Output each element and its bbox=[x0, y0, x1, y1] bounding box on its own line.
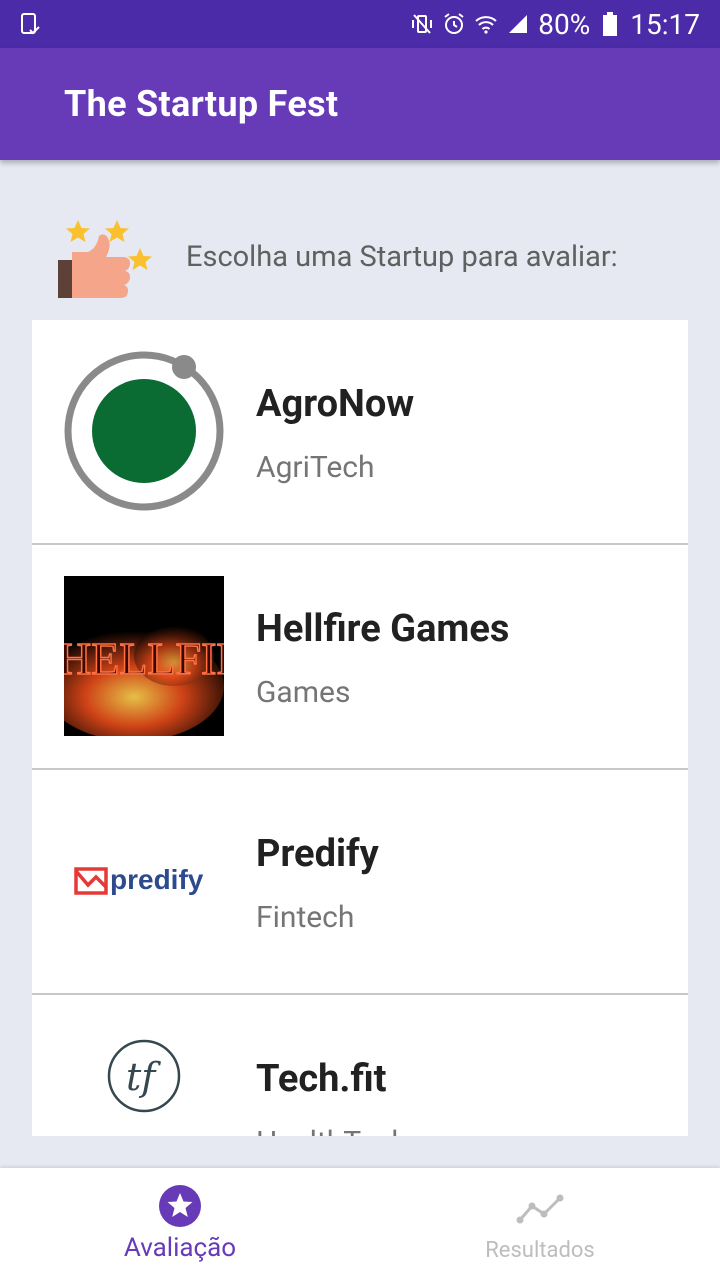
prompt-row: Escolha uma Startup para avaliar: bbox=[0, 160, 720, 320]
predify-logo-text: predify bbox=[110, 864, 204, 895]
bottom-navigation: Avaliação Resultados bbox=[0, 1168, 720, 1280]
hellfire-logo: HELLFIRE bbox=[64, 576, 224, 736]
chart-line-icon bbox=[516, 1194, 564, 1224]
startup-category: Fintech bbox=[256, 900, 355, 935]
list-item-predify[interactable]: predify Predify Fintech bbox=[32, 770, 688, 995]
status-bar: 80% 15:17 bbox=[0, 0, 720, 48]
hellfire-logo-graphic: HELLFIRE bbox=[64, 576, 224, 736]
prompt-text: Escolha uma Startup para avaliar: bbox=[186, 240, 618, 274]
startup-name: Predify bbox=[256, 832, 379, 876]
startup-category: Games bbox=[256, 675, 351, 710]
startup-list[interactable]: AgroNow AgriTech HELLFIRE Hellfire Games… bbox=[32, 320, 688, 1136]
nav-item-avaliacao[interactable]: Avaliação bbox=[0, 1168, 360, 1280]
predify-logo: predify bbox=[64, 801, 224, 961]
agronow-logo-graphic bbox=[64, 351, 224, 511]
thumbs-up-stars-icon bbox=[58, 220, 152, 298]
phone-check-icon bbox=[21, 13, 40, 35]
startup-name: Tech.fit bbox=[256, 1057, 387, 1101]
battery-percent: 80% bbox=[538, 7, 591, 41]
startup-category: HealthTech bbox=[256, 1125, 408, 1136]
star-icon bbox=[159, 1185, 201, 1227]
predify-logo-graphic: predify bbox=[74, 864, 204, 895]
nav-label: Avaliação bbox=[123, 1233, 237, 1263]
wifi-icon bbox=[475, 16, 497, 34]
battery-icon bbox=[603, 12, 618, 36]
techfit-logo: tf bbox=[64, 1026, 224, 1136]
clock-time: 15:17 bbox=[630, 7, 700, 41]
list-item-hellfire-games[interactable]: HELLFIRE Hellfire Games Games bbox=[32, 545, 688, 770]
vibrate-mute-icon bbox=[412, 14, 433, 34]
startup-category: AgriTech bbox=[256, 450, 375, 485]
alarm-icon bbox=[444, 13, 464, 34]
list-item-techfit[interactable]: tf Tech.fit HealthTech bbox=[32, 995, 688, 1136]
signal-icon bbox=[509, 15, 528, 33]
list-item-agronow[interactable]: AgroNow AgriTech bbox=[32, 320, 688, 545]
techfit-logo-text: tf bbox=[126, 1055, 161, 1099]
startup-name: AgroNow bbox=[256, 382, 415, 426]
startup-name: Hellfire Games bbox=[256, 607, 510, 651]
nav-item-resultados[interactable]: Resultados bbox=[360, 1168, 720, 1280]
nav-label: Resultados bbox=[485, 1238, 595, 1263]
app-title: The Startup Fest bbox=[64, 83, 339, 125]
hellfire-logo-text: HELLFIRE bbox=[64, 633, 224, 684]
techfit-logo-graphic: tf bbox=[107, 1039, 181, 1113]
app-bar: The Startup Fest bbox=[0, 48, 720, 160]
agronow-logo bbox=[64, 351, 224, 511]
